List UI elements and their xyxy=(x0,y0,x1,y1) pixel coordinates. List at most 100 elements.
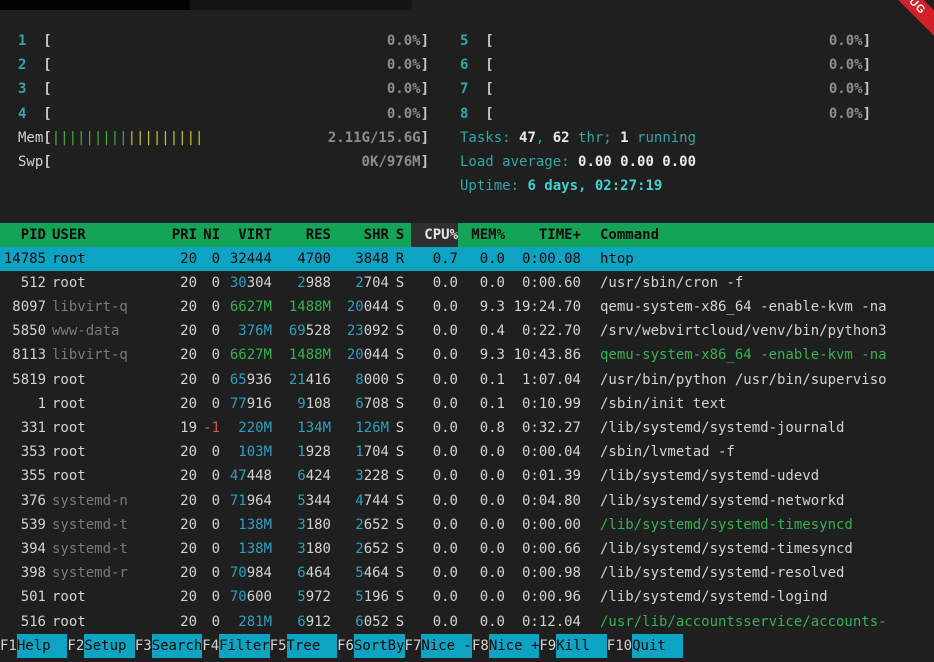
cpu-percent-cell: 0.0 xyxy=(411,440,458,464)
virt-cell: 6627M xyxy=(220,295,272,319)
column-header-time[interactable]: TIME+ xyxy=(505,223,581,247)
state-cell: S xyxy=(389,537,411,561)
fkey-action-label: Search xyxy=(152,634,203,658)
mem-percent-cell: 0.0 xyxy=(458,271,505,295)
column-header-pri[interactable]: PRI xyxy=(164,223,197,247)
mem-value-mb: 6 xyxy=(297,614,305,630)
process-row[interactable]: 1root2007791691086708S0.00.10:10.99/sbin… xyxy=(0,392,934,416)
time-cell: 0:32.27 xyxy=(505,416,581,440)
shr-cell: 2652 xyxy=(331,513,389,537)
virt-cell: 220M xyxy=(220,416,272,440)
cpu-meter-5: 5[0.0%] xyxy=(460,29,871,53)
mem-value-kb: 044 xyxy=(364,347,389,363)
fkey-F10[interactable]: F10Quit xyxy=(607,634,683,658)
mem-value-mb: 3 xyxy=(297,517,305,533)
mem-percent-cell: 0.0 xyxy=(458,440,505,464)
process-row[interactable]: 355root2004744864243228S0.00.00:01.39/li… xyxy=(0,464,934,488)
pid-cell: 1 xyxy=(0,392,46,416)
meter-close-bracket: ] xyxy=(421,53,429,77)
virt-cell: 47448 xyxy=(220,464,272,488)
column-header-shr[interactable]: SHR xyxy=(331,223,389,247)
user-cell: root xyxy=(46,271,164,295)
nice-cell: 0 xyxy=(197,271,220,295)
column-header-state[interactable]: S xyxy=(389,223,411,247)
cpu-meter-7: 7[0.0%] xyxy=(460,77,871,101)
cpu-meter-1-label: 1 xyxy=(18,29,43,53)
state-cell: R xyxy=(389,247,411,271)
process-row[interactable]: 331root19-1220M134M126MS0.00.80:32.27/li… xyxy=(0,416,934,440)
process-row[interactable]: 398systemd-r2007098464645464S0.00.00:00.… xyxy=(0,561,934,585)
state-cell: S xyxy=(389,271,411,295)
process-row[interactable]: 512root2003030429882704S0.00.00:00.60/us… xyxy=(0,271,934,295)
process-row[interactable]: 516root200281M69126052S0.00.00:12.04/usr… xyxy=(0,610,934,634)
cpu-meter-4-value: 0.0% xyxy=(387,102,421,126)
fkey-action-label: Kill xyxy=(556,634,607,658)
pid-cell: 5819 xyxy=(0,368,46,392)
process-row[interactable]: 394systemd-t200138M31802652S0.00.00:00.6… xyxy=(0,537,934,561)
cpu-meter-1-value: 0.0% xyxy=(387,29,421,53)
blank-line xyxy=(0,198,934,222)
load-average-values: 0.00 0.00 0.00 xyxy=(578,154,696,170)
summary-left-column: 1[0.0%]2[0.0%]3[0.0%]4[0.0%] Mem[|||||||… xyxy=(18,29,460,174)
column-header-ni[interactable]: NI xyxy=(197,223,220,247)
process-row[interactable]: 5850www-data200376M6952823092S0.00.40:22… xyxy=(0,319,934,343)
virt-cell: 65936 xyxy=(220,368,272,392)
cpu-meter-4-label: 4 xyxy=(18,102,43,126)
time-cell: 0:22.70 xyxy=(505,319,581,343)
process-row[interactable]: 14785root2003244447003848R0.70.00:00.08h… xyxy=(0,247,934,271)
command-cell: /lib/systemd/systemd-networkd xyxy=(581,489,934,513)
virt-cell: 6627M xyxy=(220,343,272,367)
meter-open-bracket: [ xyxy=(485,77,493,101)
process-row[interactable]: 539systemd-t200138M31802652S0.00.00:00.0… xyxy=(0,513,934,537)
virt-cell: 103M xyxy=(220,440,272,464)
fkey-F8[interactable]: F8Nice + xyxy=(472,634,539,658)
res-cell: 134M xyxy=(272,416,331,440)
column-header-user[interactable]: USER xyxy=(46,223,164,247)
pid-cell: 14785 xyxy=(0,247,46,271)
fkey-F3[interactable]: F3Search xyxy=(135,634,202,658)
fkey-F1[interactable]: F1Help xyxy=(0,634,67,658)
nice-cell: 0 xyxy=(197,561,220,585)
process-row[interactable]: 501root2007060059725196S0.00.00:00.96/li… xyxy=(0,585,934,609)
mem-value-kb: 180 xyxy=(306,541,331,557)
mem-value-mb: 5 xyxy=(355,565,363,581)
mem-value-kb: 092 xyxy=(364,323,389,339)
column-header-cpu-sorted[interactable]: CPU% xyxy=(411,223,458,247)
user-cell: root xyxy=(46,392,164,416)
mem-percent-cell: 0.0 xyxy=(458,247,505,271)
pid-cell: 398 xyxy=(0,561,46,585)
mem-value-kb: 344 xyxy=(306,493,331,509)
virt-cell: 138M xyxy=(220,513,272,537)
virt-cell: 30304 xyxy=(220,271,272,295)
column-header-res[interactable]: RES xyxy=(272,223,331,247)
cpu-meter-6: 6[0.0%] xyxy=(460,53,871,77)
process-row[interactable]: 353root200103M19281704S0.00.00:00.04/sbi… xyxy=(0,440,934,464)
fkey-F6[interactable]: F6SortBy xyxy=(337,634,404,658)
threads-label: thr; xyxy=(570,130,621,146)
fkey-F4[interactable]: F4Filter xyxy=(202,634,269,658)
fkey-F5[interactable]: F5Tree xyxy=(270,634,337,658)
shr-cell: 5196 xyxy=(331,585,389,609)
running-label: running xyxy=(629,130,696,146)
time-cell: 0:00.00 xyxy=(505,513,581,537)
process-row[interactable]: 8097libvirt-q2006627M1488M20044S0.09.319… xyxy=(0,295,934,319)
column-header-virt[interactable]: VIRT xyxy=(220,223,272,247)
process-row[interactable]: 5819root20065936214168000S0.00.11:07.04/… xyxy=(0,368,934,392)
fkey-F9[interactable]: F9Kill xyxy=(539,634,606,658)
fkey-F7[interactable]: F7Nice - xyxy=(405,634,472,658)
res-cell: 4700 xyxy=(272,247,331,271)
column-header-command[interactable]: Command xyxy=(581,223,934,247)
htop-terminal: 1[0.0%]2[0.0%]3[0.0%]4[0.0%] Mem[|||||||… xyxy=(0,0,934,662)
command-cell: /sbin/init text xyxy=(581,392,934,416)
cpu-meter-3-label: 3 xyxy=(18,77,43,101)
res-cell: 3180 xyxy=(272,513,331,537)
res-cell: 3180 xyxy=(272,537,331,561)
fkey-F2[interactable]: F2Setup xyxy=(67,634,134,658)
column-header-mem[interactable]: MEM% xyxy=(458,223,505,247)
swp-meter-label: Swp xyxy=(18,150,43,174)
process-row[interactable]: 8113libvirt-q2006627M1488M20044S0.09.310… xyxy=(0,343,934,367)
process-row[interactable]: 376systemd-n2007196453444744S0.00.00:04.… xyxy=(0,489,934,513)
user-cell: www-data xyxy=(46,319,164,343)
mem-value-kb: 000 xyxy=(364,372,389,388)
column-header-pid[interactable]: PID xyxy=(0,223,46,247)
